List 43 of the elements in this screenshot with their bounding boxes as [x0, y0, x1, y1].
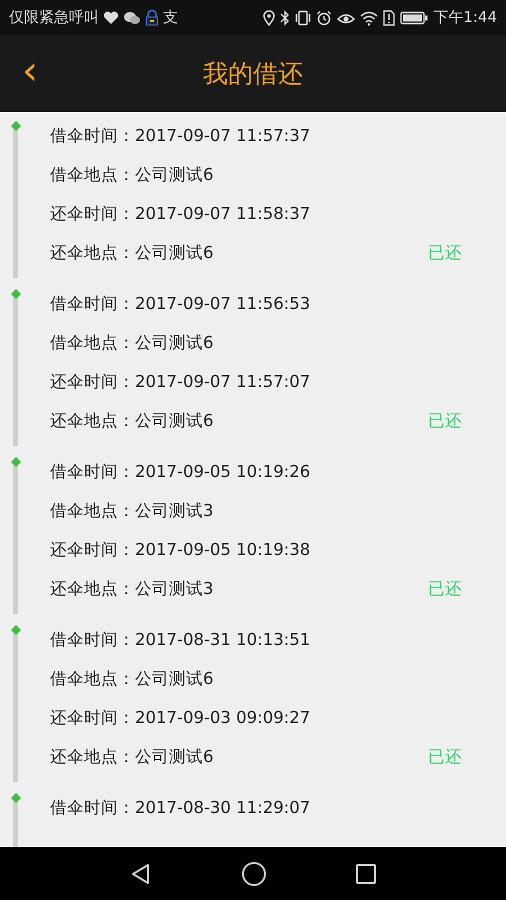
status-label: 已还	[428, 242, 462, 264]
back-button[interactable]: ‹	[16, 49, 44, 93]
record-field: 还伞时间：2017-09-03 09:09:27	[50, 706, 310, 728]
recents-square-icon[interactable]	[355, 862, 377, 884]
app-glyph-icon: 支	[163, 8, 178, 27]
diamond-icon	[10, 120, 22, 132]
record-field: 借伞地点：公司测试6	[50, 164, 214, 186]
battery-icon	[400, 10, 428, 24]
vibrate-icon	[295, 10, 312, 26]
status-label: 已还	[428, 410, 462, 432]
wifi-icon	[360, 10, 378, 26]
diamond-icon	[10, 288, 22, 300]
lock-icon	[145, 10, 159, 26]
record-field: 还伞地点：公司测试6	[50, 242, 214, 264]
diamond-icon	[10, 456, 22, 468]
record-field: 还伞地点：公司测试3	[50, 578, 214, 600]
bluetooth-icon	[280, 10, 290, 26]
record-field: 借伞时间：2017-08-30 11:29:07	[50, 796, 310, 818]
diamond-icon	[10, 792, 22, 804]
record-field: 借伞地点：公司测试6	[50, 668, 214, 690]
record-field: 借伞地点：公司测试6	[50, 332, 214, 354]
carrier-text: 仅限紧急呼叫	[9, 8, 99, 27]
home-circle-icon[interactable]	[241, 860, 267, 886]
record-field: 还伞时间：2017-09-05 10:19:38	[50, 538, 310, 560]
record-field: 还伞时间：2017-09-07 11:58:37	[50, 202, 310, 224]
record-field: 借伞地点：公司测试3	[50, 500, 214, 522]
record-field: 借伞时间：2017-08-31 10:13:51	[50, 628, 310, 650]
record-field: 还伞地点：公司测试6	[50, 746, 214, 768]
record-field: 借伞时间：2017-09-07 11:57:37	[50, 124, 310, 146]
diamond-icon	[10, 624, 22, 636]
record-field: 还伞时间：2017-09-07 11:57:07	[50, 370, 310, 392]
status-label: 已还	[428, 746, 462, 768]
page-title: 我的借还	[203, 58, 303, 90]
record-field: 还伞地点：公司测试6	[50, 410, 214, 432]
location-icon	[263, 10, 276, 26]
alarm-icon	[316, 10, 332, 26]
sim-alert-icon	[383, 10, 396, 26]
record-field: 借伞时间：2017-09-07 11:56:53	[50, 292, 310, 314]
record-field: 借伞时间：2017-09-05 10:19:26	[50, 460, 310, 482]
chat-icon	[123, 10, 141, 24]
heart-icon	[103, 10, 119, 24]
clock-text: 下午1:44	[433, 8, 497, 27]
status-label: 已还	[428, 578, 462, 600]
